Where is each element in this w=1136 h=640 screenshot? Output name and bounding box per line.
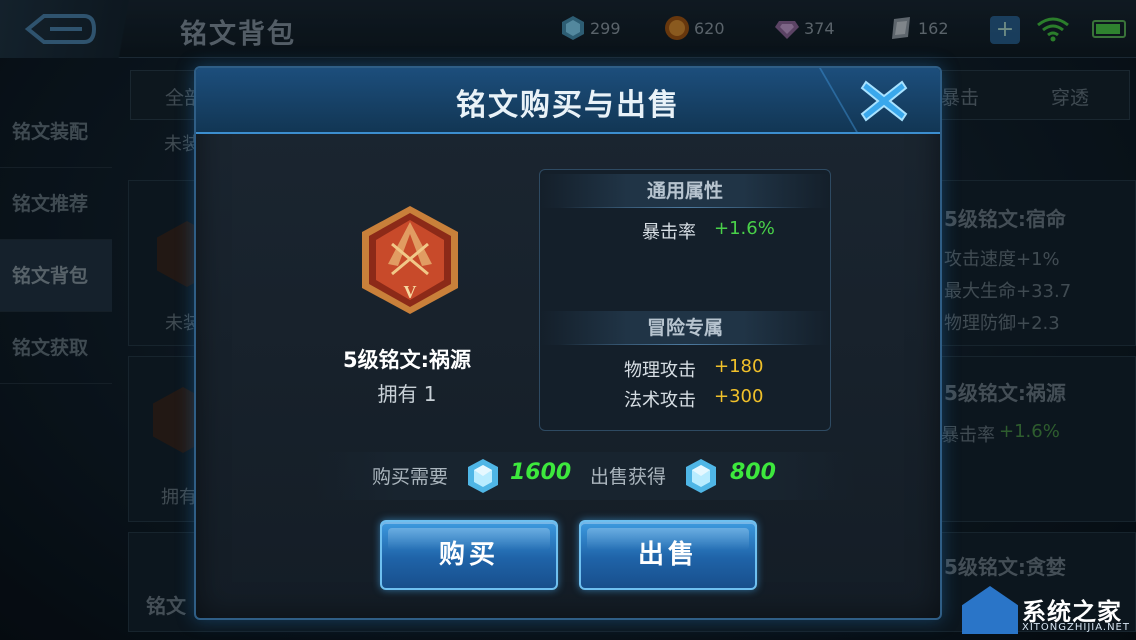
attribute-panel: 通用属性 暴击率 +1.6% 冒险专属 物理攻击 +180 法术攻击 +300: [539, 169, 831, 431]
dialog-title: 铭文购买与出售: [456, 88, 680, 123]
attribute-name: 法术攻击: [624, 390, 696, 411]
buy-button[interactable]: 购买: [380, 520, 558, 590]
attribute-row: 暴击率 +1.6%: [540, 218, 830, 244]
attribute-row: 物理攻击 +180: [540, 356, 830, 382]
close-icon: [860, 80, 908, 122]
app-root: 铭文背包 299 620 374 162 + 铭文装配 铭文推荐 铭文背包 铭文…: [0, 0, 1136, 640]
adventure-attributes-heading: 冒险专属: [540, 311, 830, 345]
site-watermark: 系统之家 XITONGZHIJIA.NET: [962, 582, 1136, 640]
watermark-subtext: XITONGZHIJIA.NET: [1022, 622, 1130, 633]
sell-button[interactable]: 出售: [579, 520, 757, 590]
house-logo-icon: [962, 586, 1018, 634]
attribute-name: 暴击率: [642, 222, 696, 243]
price-strip: 购买需要 1600 出售获得 800: [316, 452, 856, 500]
attribute-value: +180: [714, 356, 764, 377]
crystal-icon: [468, 459, 498, 493]
rune-emblem-icon: V: [362, 206, 458, 314]
general-attributes-heading: 通用属性: [540, 174, 830, 208]
attribute-row: 法术攻击 +300: [540, 386, 830, 412]
emblem-level: V: [404, 282, 417, 302]
attribute-value: +300: [714, 386, 764, 407]
dialog-header: 铭文购买与出售: [196, 68, 940, 134]
sell-price-label: 出售获得: [590, 466, 667, 488]
buy-price: 1600: [510, 460, 572, 485]
rune-name: 5级铭文:祸源: [342, 348, 471, 372]
buy-price-label: 购买需要: [372, 466, 449, 488]
attribute-value: +1.6%: [714, 218, 775, 239]
attribute-name: 物理攻击: [624, 360, 696, 381]
crystal-icon: [686, 459, 716, 493]
sell-price: 800: [730, 460, 776, 485]
close-button[interactable]: [858, 76, 910, 126]
owned-count: 拥有 1: [377, 382, 437, 406]
buy-sell-dialog: 铭文购买与出售 V 5级铭文:祸源 拥有 1 通用属性 暴击率 +1.6% 冒险…: [194, 66, 942, 620]
